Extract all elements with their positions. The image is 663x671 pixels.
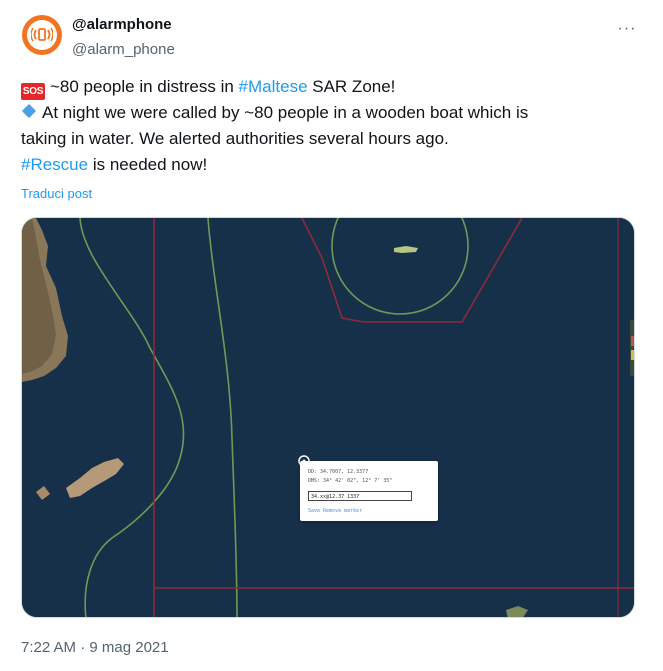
map-image[interactable]: DD: 34.7007, 12.3377 DMS: 34° 42' 02", 1… (21, 217, 635, 618)
tweet-timestamp[interactable]: 7:22 AM · 9 mag 2021 (21, 639, 169, 656)
phone-signal-icon (27, 20, 57, 50)
tweet-text-segment: is needed now! (88, 155, 208, 174)
avatar[interactable] (22, 15, 62, 55)
popup-dd-line: DD: 34.7007, 12.3377 (308, 469, 369, 475)
more-options-icon[interactable]: ··· (614, 20, 640, 38)
popup-coordinate-input[interactable]: 34.xx@12.37 1337 (308, 491, 412, 501)
tweet-line-2: At night we were called by ~80 people in… (21, 100, 641, 126)
tweet-line-1: SOS ~80 people in distress in #Maltese SA… (21, 74, 641, 100)
tweet-text-segment: ~80 people in distress in (50, 77, 239, 96)
author-display-name[interactable]: @alarmphone (72, 16, 172, 33)
tweet-line-3: taking in water. We alerted authorities … (21, 129, 449, 148)
translate-post-link[interactable]: Traduci post (21, 186, 92, 201)
sos-emoji-icon: SOS (21, 83, 45, 100)
tweet-text-segment: SAR Zone! (307, 77, 396, 96)
popup-dms-line: DMS: 34° 42' 02", 12° 7' 35" (308, 478, 393, 484)
hashtag-maltese-link[interactable]: #Maltese (239, 77, 308, 96)
sea-map-icon (22, 218, 634, 617)
tweet-text: SOS ~80 people in distress in #Maltese SA… (21, 74, 641, 178)
author-handle[interactable]: @alarm_phone (72, 41, 175, 58)
coordinate-popup: DD: 34.7007, 12.3377 DMS: 34° 42' 02", 1… (300, 461, 438, 521)
popup-links[interactable]: Save Remove marker (308, 508, 362, 514)
tweet-card: @alarmphone @alarm_phone ··· SOS ~80 peop… (0, 0, 663, 671)
blue-diamond-emoji-icon (21, 103, 37, 119)
hashtag-rescue-link[interactable]: #Rescue (21, 155, 88, 174)
tweet-line-4: #Rescue is needed now! (21, 152, 641, 178)
tweet-text-segment: At night we were called by ~80 people in… (42, 103, 529, 122)
